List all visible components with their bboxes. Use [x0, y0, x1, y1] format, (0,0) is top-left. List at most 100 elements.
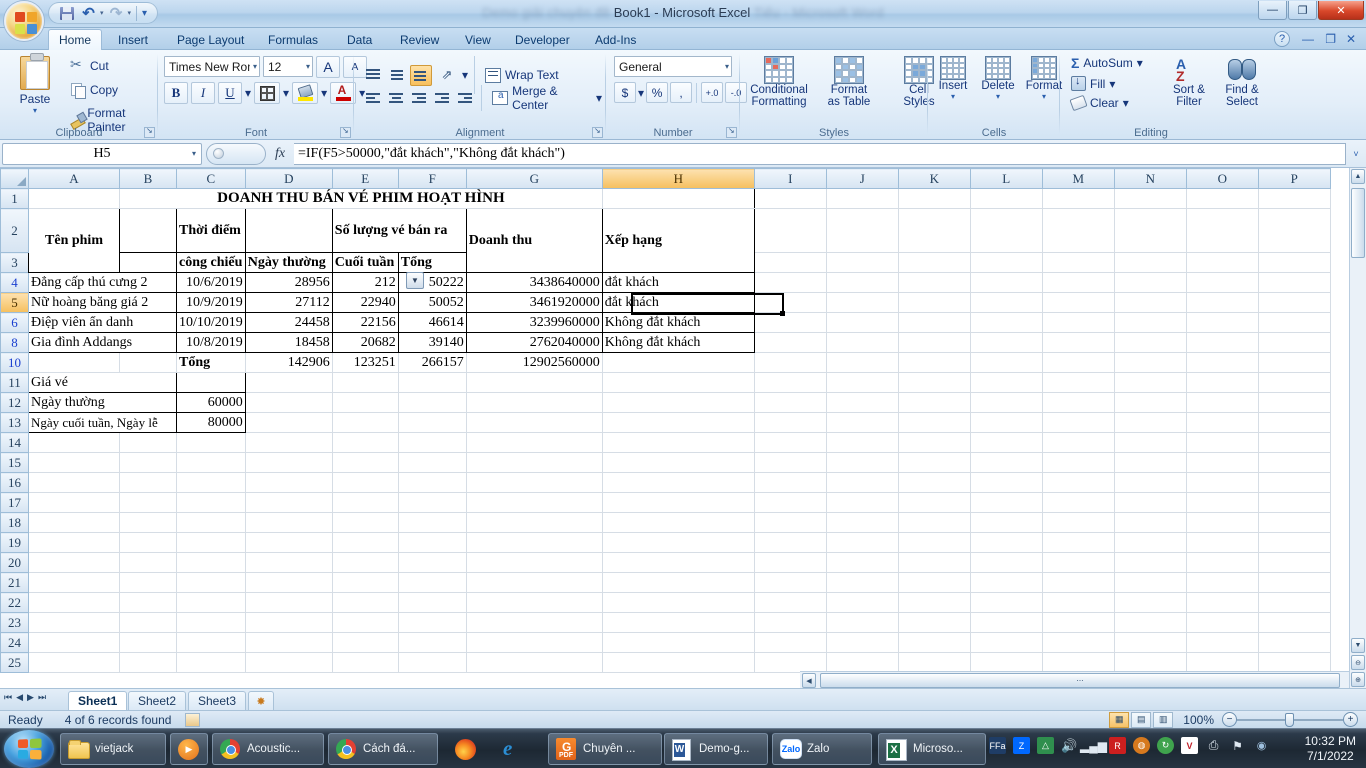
font-icon[interactable]: FFa [989, 737, 1006, 754]
cell-P12[interactable] [1257, 392, 1331, 413]
cell-C24[interactable] [176, 632, 246, 653]
cell-I11[interactable] [753, 372, 827, 393]
formula-input[interactable]: =IF(F5>50000,"đắt khách","Không đắt khác… [294, 142, 1346, 165]
cell-E15[interactable] [331, 452, 399, 473]
cell-I23[interactable] [753, 612, 827, 633]
tab-view[interactable]: View [455, 29, 501, 50]
currency-button[interactable]: $ [614, 82, 636, 103]
cell-G10-revenue-total[interactable]: 12902560000 [465, 352, 603, 373]
cell-E5-weekend[interactable]: 22940 [331, 292, 399, 313]
cell-M23[interactable] [1041, 612, 1115, 633]
column-header-H[interactable]: H [601, 168, 755, 189]
row-header-5[interactable]: 5 [0, 292, 29, 313]
cell-M10[interactable] [1041, 352, 1115, 373]
cell-K22[interactable] [897, 592, 971, 613]
cell-O20[interactable] [1185, 552, 1259, 573]
cell-H6-rank[interactable]: Không đắt khách [601, 312, 755, 333]
align-center-button[interactable] [385, 88, 406, 109]
cell-E12[interactable] [331, 392, 399, 413]
cell-L24[interactable] [969, 632, 1043, 653]
cell-L6[interactable] [969, 312, 1043, 333]
cell-D24[interactable] [244, 632, 333, 653]
help-icon[interactable]: ? [1274, 31, 1290, 47]
cell-P21[interactable] [1257, 572, 1331, 593]
cell-B17[interactable] [119, 492, 177, 513]
font-dialog-launcher[interactable] [340, 126, 351, 138]
cell-G21[interactable] [465, 572, 603, 593]
cell-C2-thoi-diem[interactable]: Thời điểm [176, 208, 246, 253]
cell-J20[interactable] [825, 552, 899, 573]
cell-H4-rank[interactable]: đắt khách [601, 272, 755, 293]
office-button[interactable] [4, 1, 44, 41]
cell-C11[interactable] [176, 372, 246, 393]
cell-E10-weekend-total[interactable]: 123251 [331, 352, 399, 373]
minimize-ribbon-button[interactable]: — [1302, 32, 1314, 46]
cell-N11[interactable] [1113, 372, 1187, 393]
cell-O1[interactable] [1185, 188, 1259, 209]
cell-K25[interactable] [897, 652, 971, 673]
cell-L3[interactable] [969, 252, 1043, 273]
row-header-19[interactable]: 19 [0, 532, 29, 553]
cell-C8-date[interactable]: 10/8/2019 [176, 332, 246, 353]
cell-L5[interactable] [969, 292, 1043, 313]
cell-E19[interactable] [331, 532, 399, 553]
cell-L11[interactable] [969, 372, 1043, 393]
cell-A15[interactable] [28, 452, 120, 473]
cell-M13[interactable] [1041, 412, 1115, 433]
cell-P13[interactable] [1257, 412, 1331, 433]
zoom-in-button[interactable]: + [1343, 712, 1358, 727]
cell-O24[interactable] [1185, 632, 1259, 653]
antivirus-icon[interactable]: R [1109, 737, 1126, 754]
taskbar-item-media-player[interactable] [170, 733, 208, 765]
column-header-L[interactable]: L [969, 168, 1043, 189]
page-next-button[interactable]: ⊕ [1351, 672, 1365, 687]
cell-N10[interactable] [1113, 352, 1187, 373]
cell-D4-weekday[interactable]: 28956 [244, 272, 333, 293]
column-header-A[interactable]: A [28, 168, 120, 189]
cell-B3[interactable] [119, 252, 177, 273]
cell-M25[interactable] [1041, 652, 1115, 673]
cell-P14[interactable] [1257, 432, 1331, 453]
column-header-P[interactable]: P [1257, 168, 1331, 189]
cell-N22[interactable] [1113, 592, 1187, 613]
cell-G17[interactable] [465, 492, 603, 513]
cell-O19[interactable] [1185, 532, 1259, 553]
cell-A25[interactable] [28, 652, 120, 673]
cell-B24[interactable] [119, 632, 177, 653]
cell-I12[interactable] [753, 392, 827, 413]
page-prev-button[interactable]: ⊖ [1351, 655, 1365, 670]
cell-J6[interactable] [825, 312, 899, 333]
row-header-3[interactable]: 3 [0, 252, 29, 273]
cell-K3[interactable] [897, 252, 971, 273]
maximize-button[interactable]: ❐ [1288, 1, 1317, 20]
autofilter-dropdown-button[interactable]: ▼ [406, 272, 424, 289]
column-header-B[interactable]: B [119, 168, 177, 189]
cell-C13-weekend-price[interactable]: 80000 [176, 412, 246, 433]
cell-A14[interactable] [28, 432, 120, 453]
cell-K6[interactable] [897, 312, 971, 333]
cell-D20[interactable] [244, 552, 333, 573]
cell-D22[interactable] [244, 592, 333, 613]
tab-review[interactable]: Review [390, 29, 449, 50]
cell-L4[interactable] [969, 272, 1043, 293]
taskbar-item-excel[interactable]: Microso... [878, 733, 986, 765]
cell-J3[interactable] [825, 252, 899, 273]
cell-H12[interactable] [601, 392, 755, 413]
cell-E4-weekend[interactable]: 212 [331, 272, 399, 293]
cell-F12[interactable] [397, 392, 467, 413]
cell-N25[interactable] [1113, 652, 1187, 673]
tab-data[interactable]: Data [337, 29, 382, 50]
cell-O17[interactable] [1185, 492, 1259, 513]
taskbar-item-zalo[interactable]: Zalo Zalo [772, 733, 872, 765]
cell-A10[interactable] [28, 352, 120, 373]
row-header-6[interactable]: 6 [0, 312, 29, 333]
cell-I15[interactable] [753, 452, 827, 473]
cell-H13[interactable] [601, 412, 755, 433]
column-header-C[interactable]: C [176, 168, 246, 189]
cell-L17[interactable] [969, 492, 1043, 513]
cell-C25[interactable] [176, 652, 246, 673]
sheet-tab-sheet1[interactable]: Sheet1 [68, 691, 128, 710]
cell-E17[interactable] [331, 492, 399, 513]
cell-B10[interactable] [119, 352, 177, 373]
cell-E23[interactable] [331, 612, 399, 633]
